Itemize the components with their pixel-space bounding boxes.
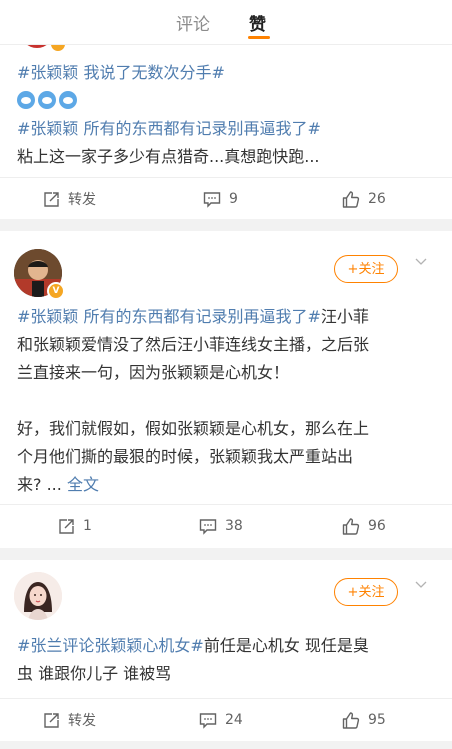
follow-button[interactable]: +关注 <box>334 255 398 283</box>
doraemon-emoji-icon <box>17 91 35 109</box>
hashtag-link[interactable]: #张颖颖 所有的东西都有记录别再逼我了# <box>17 119 321 138</box>
repost-button[interactable]: 1 <box>58 505 92 547</box>
like-count: 96 <box>368 518 386 534</box>
comment-button[interactable]: 38 <box>199 505 243 547</box>
chevron-down-icon[interactable] <box>415 578 427 590</box>
avatar-image <box>14 572 62 620</box>
verified-badge-icon: V <box>47 282 65 300</box>
comment-icon <box>199 518 217 535</box>
action-bar: 转发 24 95 <box>0 698 452 741</box>
post-text: 虫 谁跟你儿子 谁被骂 <box>17 664 172 683</box>
active-tab-indicator <box>248 36 270 39</box>
tab-bar: 评论 赞 <box>0 0 452 45</box>
avatar[interactable] <box>14 572 62 620</box>
tab-comments[interactable]: 评论 <box>176 10 210 35</box>
doraemon-emoji-icon <box>59 91 77 109</box>
repost-label: 转发 <box>68 192 96 208</box>
like-button[interactable]: 26 <box>342 178 386 220</box>
like-button[interactable]: 96 <box>342 505 386 547</box>
post-content: #张颖颖 所有的东西都有记录别再逼我了#汪小菲 和张颖颖爱情没了然后汪小菲连线女… <box>17 303 437 499</box>
hashtag-link[interactable]: #张兰评论张颖颖心机女# <box>17 636 204 655</box>
comment-button[interactable]: 24 <box>199 699 243 741</box>
divider <box>0 548 452 560</box>
repost-button[interactable]: 转发 <box>43 178 96 220</box>
repost-icon <box>44 712 59 728</box>
post-text: 汪小菲 <box>320 307 369 326</box>
hashtag-link[interactable]: #张颖颖 所有的东西都有记录别再逼我了# <box>17 307 321 326</box>
read-more-link[interactable]: 全文 <box>67 475 99 494</box>
post-text: 个月他们撕的最狠的时候，张颖颖我太严重站出 <box>17 447 354 466</box>
comment-count: 24 <box>225 712 243 728</box>
post-content: #张兰评论张颖颖心机女#前任是心机女 现任是臭 虫 谁跟你儿子 谁被骂 <box>17 632 437 688</box>
action-bar: 转发 9 26 <box>0 177 452 220</box>
comment-icon <box>203 191 221 208</box>
tab-likes[interactable]: 赞 <box>249 10 266 35</box>
doraemon-emoji-icon <box>38 91 56 109</box>
like-count: 95 <box>368 712 386 728</box>
post-content: #张颖颖 我说了无数次分手# #张颖颖 所有的东西都有记录别再逼我了# 粘上这一… <box>17 59 437 171</box>
like-count: 26 <box>368 191 386 207</box>
repost-icon <box>44 191 59 207</box>
comment-count: 38 <box>225 518 243 534</box>
post-text: 来? ... <box>17 475 62 494</box>
chevron-down-icon[interactable] <box>415 255 427 267</box>
follow-button[interactable]: +关注 <box>334 578 398 606</box>
thumbs-up-icon <box>342 517 360 535</box>
comment-count: 9 <box>229 191 238 207</box>
repost-button[interactable]: 转发 <box>43 699 96 741</box>
post-card: V +关注 #张颖颖 所有的东西都有记录别再逼我了#汪小菲 和张颖颖爱情没了然后… <box>0 231 452 546</box>
post-text: 粘上这一家子多少有点猎奇...真想跑快跑... <box>17 147 320 166</box>
like-button[interactable]: 95 <box>342 699 386 741</box>
divider <box>0 741 452 749</box>
repost-count: 1 <box>83 518 92 534</box>
repost-label: 转发 <box>68 713 96 729</box>
comment-icon <box>199 712 217 729</box>
divider <box>0 219 452 231</box>
thumbs-up-icon <box>342 190 360 208</box>
post-text: 兰直接来一句，因为张颖颖是心机女！ <box>17 363 290 382</box>
hashtag-link[interactable]: #张颖颖 我说了无数次分手# <box>17 63 225 82</box>
thumbs-up-icon <box>342 711 360 729</box>
post-text: 好，我们就假如，假如张颖颖是心机女，那么在上 <box>17 419 370 438</box>
post-text: 前任是心机女 现任是臭 <box>203 636 369 655</box>
comment-button[interactable]: 9 <box>203 178 238 220</box>
post-text: 和张颖颖爱情没了然后汪小菲连线女主播，之后张 <box>17 335 370 354</box>
post-card: +关注 #张兰评论张颖颖心机女#前任是心机女 现任是臭 虫 谁跟你儿子 谁被骂 … <box>0 560 452 749</box>
emoji-row <box>17 87 437 115</box>
action-bar: 1 38 96 <box>0 504 452 547</box>
repost-icon <box>59 518 74 534</box>
